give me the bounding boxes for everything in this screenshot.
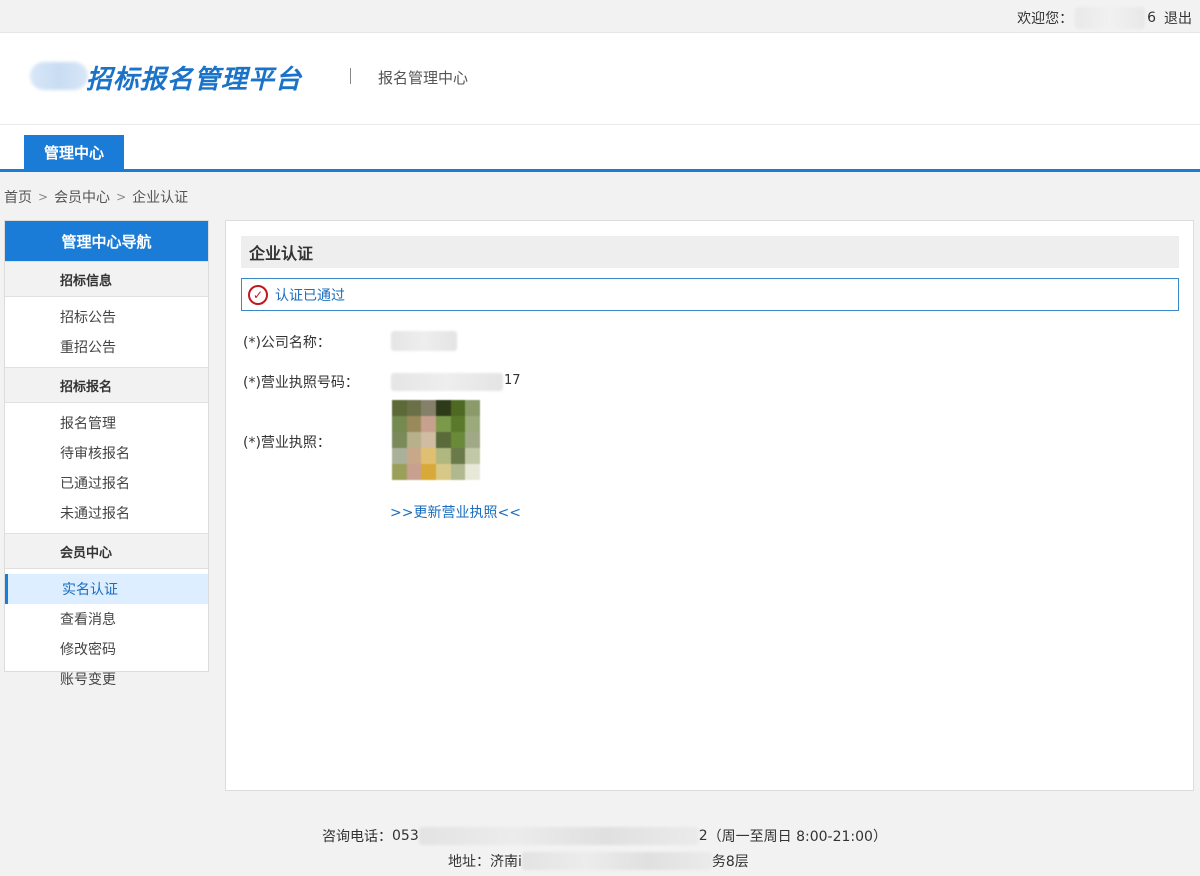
redacted-username	[1075, 7, 1146, 29]
license-number-tail: 17	[504, 373, 521, 388]
footer-phone-head: 053	[392, 828, 419, 844]
sidebar-item-pending-registration[interactable]: 待审核报名	[5, 438, 208, 468]
company-name-value	[391, 331, 457, 351]
main-panel: 企业认证 ✓ 认证已通过 (*)公司名称： (*)营业执照号码： 17 (*)营…	[225, 220, 1194, 791]
license-number-label: (*)营业执照号码：	[243, 375, 359, 391]
footer-address-label: 地址：	[448, 854, 490, 870]
sidebar-item-view-messages[interactable]: 查看消息	[5, 604, 208, 634]
header-divider	[350, 68, 351, 84]
header-subtitle: 报名管理中心	[378, 69, 469, 87]
sidebar-item-bid-announcement[interactable]: 招标公告	[5, 302, 208, 332]
sidebar-item-account-change[interactable]: 账号变更	[5, 664, 208, 694]
company-name-label: (*)公司名称：	[243, 335, 331, 351]
notice-text: 认证已通过	[275, 287, 345, 304]
footer-phone: 咨询电话： 053 2 （周一至周日 8:00-21:00）	[322, 826, 887, 846]
footer-address-head: 济南i	[490, 854, 522, 870]
update-license-link[interactable]: >>更新营业执照<<	[390, 502, 521, 522]
page-title: 企业认证	[241, 236, 1179, 268]
nav-bar: 管理中心	[0, 125, 1200, 172]
header: 招标报名管理平台 报名管理中心	[0, 33, 1200, 125]
sidebar-item-registration-management[interactable]: 报名管理	[5, 408, 208, 438]
sidebar-section-bid-registration: 招标报名	[5, 367, 208, 403]
sidebar-item-rejected-registration[interactable]: 未通过报名	[5, 498, 208, 528]
logo-text[interactable]: 招标报名管理平台	[86, 59, 302, 96]
footer-phone-label: 咨询电话：	[322, 829, 392, 845]
footer-phone-redacted	[418, 827, 699, 845]
license-number-value	[391, 373, 503, 391]
verification-notice: ✓ 认证已通过	[241, 278, 1179, 311]
license-label: (*)营业执照：	[243, 435, 331, 451]
username-suffix: 6	[1147, 10, 1156, 26]
sidebar-title: 管理中心导航	[5, 221, 208, 261]
breadcrumb-separator: >	[38, 190, 49, 204]
sidebar-item-real-name-verification[interactable]: 实名认证	[5, 574, 208, 604]
breadcrumb-member-center[interactable]: 会员中心	[54, 187, 110, 207]
logout-link[interactable]: 退出	[1164, 8, 1192, 28]
footer-address: 地址： 济南i 务8层	[448, 851, 749, 871]
breadcrumb-home[interactable]: 首页	[4, 187, 32, 207]
sidebar-item-rebid-announcement[interactable]: 重招公告	[5, 332, 208, 362]
sidebar-section-member-center: 会员中心	[5, 533, 208, 569]
footer-address-tail: 务8层	[711, 854, 749, 870]
breadcrumb-current: 企业认证	[132, 190, 189, 206]
footer-hours: （周一至周日 8:00-21:00）	[707, 829, 887, 845]
sidebar-item-change-password[interactable]: 修改密码	[5, 634, 208, 664]
sidebar: 管理中心导航 招标信息 招标公告 重招公告 招标报名 报名管理 待审核报名 已通…	[4, 220, 209, 688]
license-image[interactable]	[392, 400, 480, 480]
check-circle-icon: ✓	[248, 284, 268, 305]
welcome-area: 欢迎您： 6 退出	[1017, 7, 1192, 29]
breadcrumb: 首页 > 会员中心 > 企业认证	[4, 187, 188, 207]
breadcrumb-separator: >	[116, 190, 127, 204]
tab-management-center[interactable]: 管理中心	[24, 135, 124, 169]
sidebar-item-approved-registration[interactable]: 已通过报名	[5, 468, 208, 498]
footer-phone-tail: 2	[698, 828, 708, 844]
logo-image	[30, 62, 88, 90]
footer-address-redacted	[521, 852, 712, 870]
sidebar-section-bidding-info: 招标信息	[5, 261, 208, 297]
top-bar: 欢迎您： 6 退出	[0, 0, 1200, 33]
welcome-prefix: 欢迎您：	[1017, 11, 1074, 27]
